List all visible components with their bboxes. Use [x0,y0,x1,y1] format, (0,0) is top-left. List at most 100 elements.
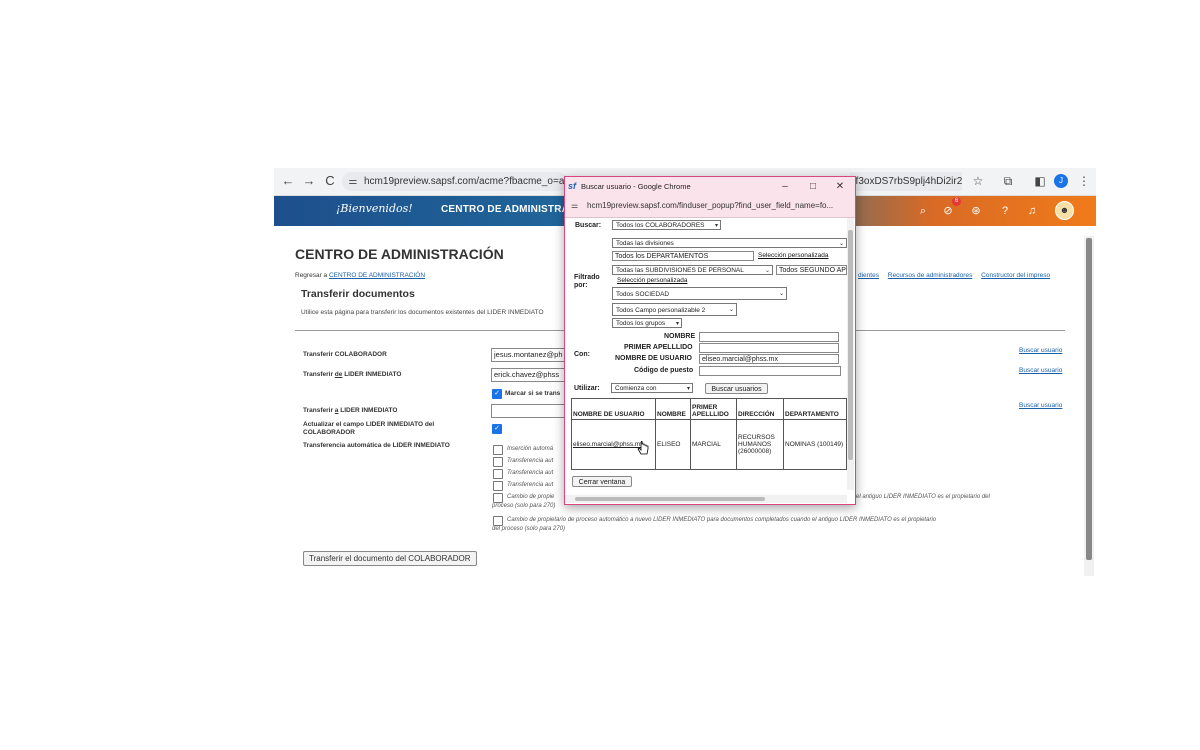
seleccion-personalizada-link-1[interactable]: Selección personalizada [758,252,828,259]
popup-url: hcm19preview.sapsf.com/finduser_popup?fi… [587,201,834,210]
cambio-checkbox-1[interactable] [493,493,503,503]
nombre-input[interactable] [699,332,839,342]
company-logo[interactable]: ¡Bienvenidos! [336,202,413,215]
col-header-direccion[interactable]: DIRECCIÓN [736,398,784,420]
cell-direccion: RECURSOS HUMANOS (26000008) [736,419,784,470]
buscar-usuario-popup: sf Buscar usuario - Google Chrome – □ ✕ … [564,176,856,505]
results-table: NOMBRE DE USUARIO NOMBRE PRIMER APELLLID… [571,398,847,470]
utilizar-select[interactable]: Comienza con ▾ [611,383,693,393]
user-avatar[interactable]: ☻ [1055,201,1074,220]
buscar-usuario-link-3[interactable]: Buscar usuario [1019,402,1062,410]
usuario-link[interactable]: eliseo.marcial@phss.mx [573,441,644,448]
star-icon[interactable]: ☆ [970,173,986,189]
popup-window-title: Buscar usuario - Google Chrome [581,182,691,191]
option-label-1: Inserción automá [507,446,554,452]
subdivisiones-select[interactable]: Todas las SUBDIVISIONES DE PERSONAL ⌄ [612,265,773,275]
option-checkbox-1[interactable] [493,445,503,455]
back-icon[interactable]: ← [280,173,296,189]
forward-icon[interactable]: → [301,173,317,189]
transfer-colaborador-input[interactable]: jesus.montanez@ph [491,348,567,362]
transfer-a-label: Transferir a LIDER INMEDIATO [303,407,398,414]
cerrar-ventana-button[interactable]: Cerrar ventana [572,476,632,487]
search-icon[interactable]: ⌕ [916,204,930,218]
buscar-usuarios-button[interactable]: Buscar usuarios [705,383,768,394]
address-text: hcm19preview.sapsf.com/acme?fbacme_o=adm… [364,176,568,187]
cell-apellido: MARCIAL [690,419,737,470]
table-row[interactable]: eliseo.marcial@phss.mx ELISEO MARCIAL RE… [571,419,847,470]
cambio-label-2b: del proceso (solo para 270) [492,526,566,532]
nombre-label: NOMBRE [664,333,696,340]
todo-badge: 6 [952,197,961,206]
buscar-usuario-link-1[interactable]: Buscar usuario [1019,347,1062,355]
tune-icon[interactable]: ⚌ [571,201,578,210]
usuario-label: NOMBRE DE USUARIO [615,355,693,362]
sidepanel-icon[interactable]: ◧ [1032,173,1048,189]
app-title[interactable]: CENTRO DE ADMINISTRAC [441,204,577,215]
popup-vertical-scrollbar[interactable] [847,218,854,490]
top-links: dientes Recursos de administradores Cons… [858,272,1057,279]
option-checkbox-4[interactable] [493,481,503,491]
option-checkbox-3[interactable] [493,469,503,479]
actualizar-label: Actualizar el campo LIDER INMEDIATO del … [303,421,435,436]
cambio-label-2a: Cambio de propietario de proceso automát… [507,517,937,523]
usuario-input[interactable]: eliseo.marcial@phss.mx [699,354,839,364]
address-bar-tail[interactable]: 2f3oxDS7rbS9plj4hDi2ir2Nt... [850,172,962,191]
reload-icon[interactable]: C [322,173,338,189]
marcar-label: Marcar si se trans [505,390,561,397]
page-scrollbar-thumb[interactable] [1086,238,1092,560]
transfer-submit-button[interactable]: Transferir el documento del COLABORADOR [303,551,477,566]
col-header-usuario[interactable]: NOMBRE DE USUARIO [571,398,656,420]
intro-text: Utilice esta página para transferir los … [301,309,544,316]
people-icon[interactable]: ⊛ [969,204,983,218]
departamentos-field[interactable]: Todos los DEPARTAMENTOS [612,251,754,261]
transfer-a-input[interactable] [491,404,567,418]
address-bar[interactable]: ⚌hcm19preview.sapsf.com/acme?fbacme_o=ad… [342,172,568,191]
marcar-checkbox[interactable]: ✓ [492,389,502,399]
minimize-icon[interactable]: – [778,180,792,193]
notification-icon[interactable]: ♫ [1025,204,1039,218]
cambio-label-1a: Cambio de propie [507,494,555,500]
segundo-field[interactable]: Todos SEGUNDO AP [776,265,847,275]
page-scrollbar[interactable] [1084,236,1094,576]
popup-titlebar[interactable]: sf Buscar usuario - Google Chrome – □ ✕ [565,177,855,196]
codigo-input[interactable] [699,366,841,376]
seleccion-personalizada-link-2[interactable]: Selección personalizada [617,277,687,284]
divisiones-select[interactable]: Todas las divisiones ⌄ [612,238,847,248]
col-header-apellido[interactable]: PRIMER APELLLIDO [690,398,737,420]
breadcrumb: Regresar a CENTRO DE ADMINISTRACIÓN [295,272,425,279]
extensions-icon[interactable]: ⧉ [1000,173,1016,189]
utilizar-label: Utilizar: [574,385,600,392]
popup-horizontal-thumb[interactable] [575,497,765,501]
help-icon[interactable]: ? [998,204,1012,218]
menu-icon[interactable]: ⋮ [1076,173,1092,189]
maximize-icon[interactable]: □ [806,180,820,193]
sociedad-select[interactable]: Todos SOCIEDAD ⌄ [612,287,787,300]
cursor-hand-icon [637,441,649,455]
profile-avatar[interactable]: J [1054,174,1068,188]
close-icon[interactable]: ✕ [833,180,847,193]
buscar-select[interactable]: Todos los COLABORADORES ▾ [612,220,721,230]
col-header-departamento[interactable]: DEPARTAMENTO [783,398,847,420]
apellido-label: PRIMER APELLLIDO [624,344,693,351]
popup-body: Buscar: Todos los COLABORADORES ▾ Todas l… [565,218,847,490]
buscar-usuario-link-2[interactable]: Buscar usuario [1019,367,1062,375]
tune-icon[interactable]: ⚌ [342,172,364,191]
link-recursos-administradores[interactable]: Recursos de administradores [888,272,973,279]
popup-horizontal-scrollbar[interactable] [565,495,847,503]
link-constructor-impreso[interactable]: Constructor del impreso [981,272,1050,279]
filtrado-label: Filtrado por: [574,274,600,289]
popup-urlbar[interactable]: ⚌ hcm19preview.sapsf.com/finduser_popup?… [565,196,855,218]
grupos-select[interactable]: Todos los grupos ▾ [612,318,682,328]
actualizar-checkbox[interactable]: ✓ [492,424,502,434]
todo-icon[interactable]: ⊘ [941,204,955,218]
transfer-de-input[interactable]: erick.chavez@phss [491,368,567,382]
popup-vertical-thumb[interactable] [848,230,853,460]
col-header-nombre[interactable]: NOMBRE [655,398,691,420]
breadcrumb-link[interactable]: CENTRO DE ADMINISTRACIÓN [329,272,425,279]
option-checkbox-2[interactable] [493,457,503,467]
cambio-checkbox-2[interactable] [493,516,503,526]
apellido-input[interactable] [699,343,839,353]
campo-personalizable-select[interactable]: Todos Campo personalizable 2 ⌄ [612,303,737,316]
link-clientes[interactable]: dientes [858,272,879,279]
buscar-label: Buscar: [575,222,602,229]
